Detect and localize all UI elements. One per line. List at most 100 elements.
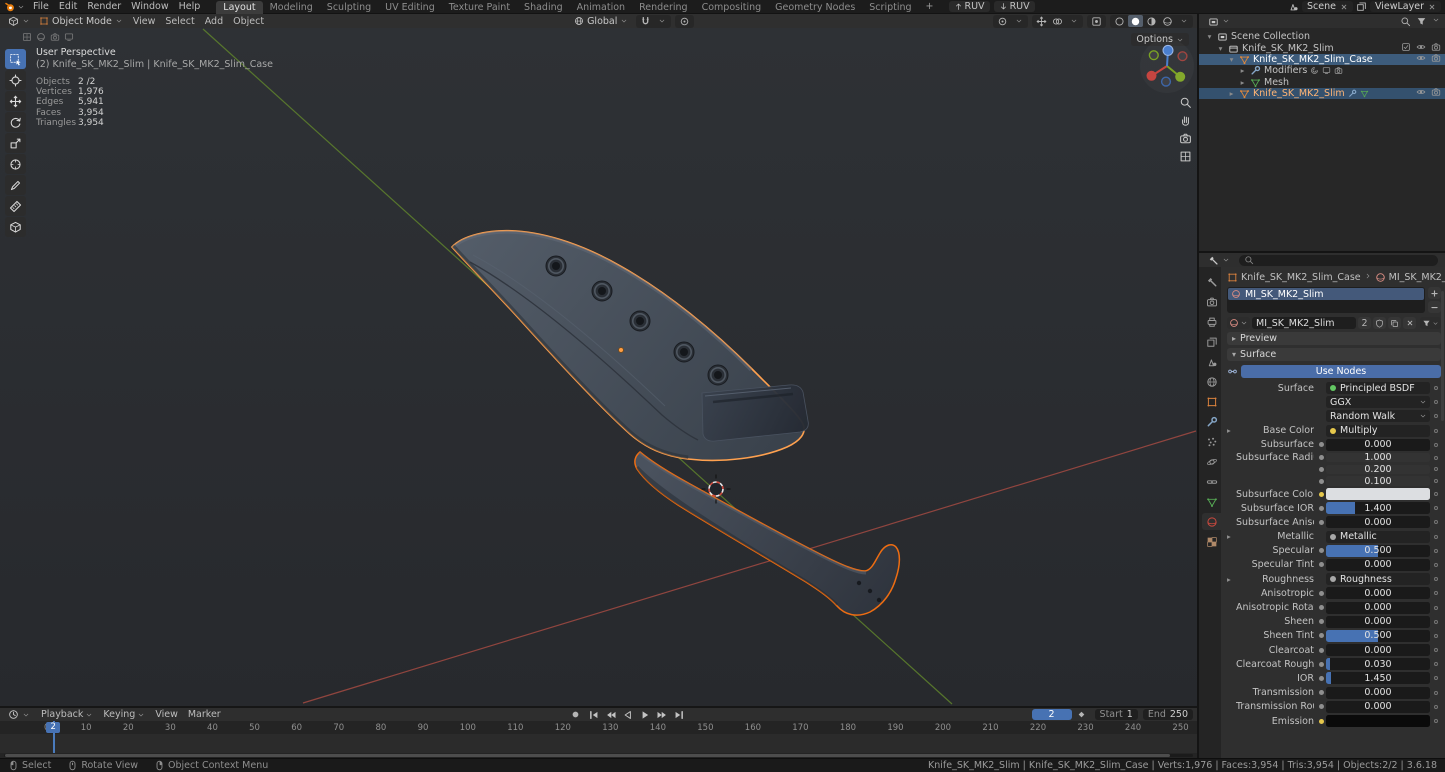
- timeline-menu-view[interactable]: View: [150, 708, 183, 721]
- menu-help[interactable]: Help: [174, 0, 206, 13]
- eye-toggle[interactable]: [1416, 53, 1426, 66]
- play-reverse-button[interactable]: [620, 709, 636, 721]
- properties-tab-view-layer[interactable]: [1202, 333, 1221, 350]
- mode-selector[interactable]: Object Mode: [35, 15, 127, 28]
- tool-select-box[interactable]: [5, 49, 26, 69]
- workspace-tab-uv-editing[interactable]: UV Editing: [378, 1, 442, 14]
- viewport-corner-icon-3[interactable]: [50, 32, 60, 42]
- transform-orientation-dropdown[interactable]: Global: [570, 15, 632, 28]
- clearcoat-field[interactable]: 0.000: [1326, 644, 1430, 656]
- playhead-frame-chip[interactable]: 2: [46, 722, 60, 733]
- scene-selector[interactable]: Scene: [1302, 1, 1353, 12]
- auto-keying-button[interactable]: [568, 709, 584, 721]
- expander-icon[interactable]: ▾: [1205, 32, 1214, 41]
- specular-tint-field[interactable]: 0.000: [1326, 559, 1430, 571]
- prev-keyframe-button[interactable]: [603, 709, 619, 721]
- material-slot-item[interactable]: MI_SK_MK2_Slim: [1228, 288, 1424, 300]
- subsurface-field[interactable]: 0.000: [1326, 439, 1430, 451]
- breadcrumb-item[interactable]: MI_SK_MK2_Slim: [1375, 272, 1445, 283]
- viewport-corner-icon-4[interactable]: [64, 32, 74, 42]
- roughness-field[interactable]: Roughness: [1326, 573, 1430, 585]
- tool-cursor[interactable]: [5, 70, 26, 90]
- proportional-edit-icon[interactable]: [677, 15, 692, 27]
- add-workspace-button[interactable]: +: [922, 1, 938, 12]
- properties-tab-object[interactable]: [1202, 393, 1221, 410]
- workspace-tab-layout[interactable]: Layout: [216, 1, 262, 14]
- pan-hand-icon[interactable]: [1177, 112, 1193, 128]
- outliner-row-knife-sk-mk2-slim-case[interactable]: ▾Knife_SK_MK2_Slim_Case: [1199, 54, 1445, 65]
- viewport-corner-icon-1[interactable]: [22, 32, 32, 42]
- subsurface-ior-field[interactable]: 1.400: [1326, 502, 1430, 514]
- camera-toggle[interactable]: [1431, 87, 1441, 100]
- metallic-field[interactable]: Metallic: [1326, 531, 1430, 543]
- properties-tab-render[interactable]: [1202, 293, 1221, 310]
- xray-toggle-icon[interactable]: [1089, 15, 1104, 27]
- overlays-icon[interactable]: [1050, 15, 1065, 27]
- outliner-search-icon[interactable]: [1400, 16, 1411, 27]
- menu-file[interactable]: File: [28, 0, 54, 13]
- material-filter-dropdown[interactable]: [1420, 317, 1441, 329]
- browse-material-dropdown[interactable]: [1227, 317, 1250, 329]
- specular-field[interactable]: 0.500: [1326, 545, 1430, 557]
- properties-scrollbar[interactable]: [1441, 291, 1444, 421]
- topbar-addon-button[interactable]: RUV: [994, 1, 1035, 12]
- tool-rotate[interactable]: [5, 112, 26, 132]
- pivot-point-icon[interactable]: [995, 15, 1010, 27]
- camera-toggle[interactable]: [1431, 53, 1441, 66]
- tool-annotate[interactable]: [5, 175, 26, 195]
- properties-tab-world[interactable]: [1202, 373, 1221, 390]
- pivot-dropdown[interactable]: [1011, 15, 1026, 27]
- expand-icon[interactable]: ▸: [1227, 426, 1236, 435]
- shading-wireframe-icon[interactable]: [1112, 15, 1127, 27]
- subsurface-color-field[interactable]: [1326, 488, 1430, 500]
- users-count-button[interactable]: 2: [1358, 317, 1371, 329]
- workspace-tab-modeling[interactable]: Modeling: [263, 1, 320, 14]
- expander-icon[interactable]: ▾: [1216, 44, 1225, 53]
- expand-icon[interactable]: ▸: [1227, 575, 1236, 584]
- add-material-slot-button[interactable]: [1428, 287, 1441, 299]
- tool-transform[interactable]: [5, 154, 26, 174]
- properties-editor-type[interactable]: [1204, 254, 1234, 267]
- properties-tab-tool[interactable]: [1202, 273, 1221, 290]
- viewport-menu-view[interactable]: View: [128, 15, 161, 28]
- properties-tab-texture[interactable]: [1202, 533, 1221, 550]
- properties-search-input[interactable]: [1239, 255, 1438, 266]
- timeline-menu-keying[interactable]: Keying: [98, 708, 150, 721]
- properties-tab-material[interactable]: [1202, 513, 1221, 530]
- workspace-tab-geometry-nodes[interactable]: Geometry Nodes: [768, 1, 862, 14]
- viewlayer-selector[interactable]: ViewLayer: [1370, 1, 1441, 12]
- expander-icon[interactable]: ▸: [1238, 78, 1247, 87]
- transmission-field[interactable]: 0.000: [1326, 687, 1430, 699]
- topbar-addon-button[interactable]: RUV: [949, 1, 990, 12]
- properties-tab-particles[interactable]: [1202, 433, 1221, 450]
- overlays-dropdown[interactable]: [1066, 15, 1081, 27]
- frame-end-field[interactable]: End250: [1143, 709, 1193, 720]
- sheen-field[interactable]: 0.000: [1326, 616, 1430, 628]
- use-nodes-button[interactable]: Use Nodes: [1241, 365, 1441, 378]
- keying-set-button[interactable]: [1074, 709, 1090, 721]
- timeline-scrollbar[interactable]: [4, 754, 1193, 757]
- value-field[interactable]: 0.200: [1326, 465, 1430, 475]
- workspace-tab-shading[interactable]: Shading: [517, 1, 570, 14]
- value-field[interactable]: Random Walk: [1326, 410, 1430, 422]
- workspace-tab-compositing[interactable]: Compositing: [695, 1, 769, 14]
- expand-icon[interactable]: ▸: [1227, 532, 1236, 541]
- shading-material-icon[interactable]: [1144, 15, 1159, 27]
- workspace-tab-sculpting[interactable]: Sculpting: [320, 1, 378, 14]
- timeline-menu-marker[interactable]: Marker: [183, 708, 226, 721]
- snap-settings-dropdown[interactable]: [654, 15, 669, 27]
- panel-surface[interactable]: ▾Surface: [1227, 348, 1441, 361]
- timeline-menu-playback[interactable]: Playback: [36, 708, 98, 721]
- tool-measure[interactable]: [5, 196, 26, 216]
- surface-field[interactable]: Principled BSDF: [1326, 382, 1430, 394]
- camera-view-icon[interactable]: [1177, 130, 1193, 146]
- subsurface-anisotropy-field[interactable]: 0.000: [1326, 516, 1430, 528]
- properties-tab-object-data[interactable]: [1202, 493, 1221, 510]
- outliner-row-knife-sk-mk2-slim[interactable]: ▸Knife_SK_MK2_Slim: [1199, 88, 1445, 99]
- play-button[interactable]: [637, 709, 653, 721]
- properties-tab-scene[interactable]: [1202, 353, 1221, 370]
- ortho-toggle-icon[interactable]: [1177, 148, 1193, 164]
- current-frame-field[interactable]: 2: [1032, 709, 1072, 720]
- viewport-menu-select[interactable]: Select: [160, 15, 199, 28]
- workspace-tab-rendering[interactable]: Rendering: [632, 1, 695, 14]
